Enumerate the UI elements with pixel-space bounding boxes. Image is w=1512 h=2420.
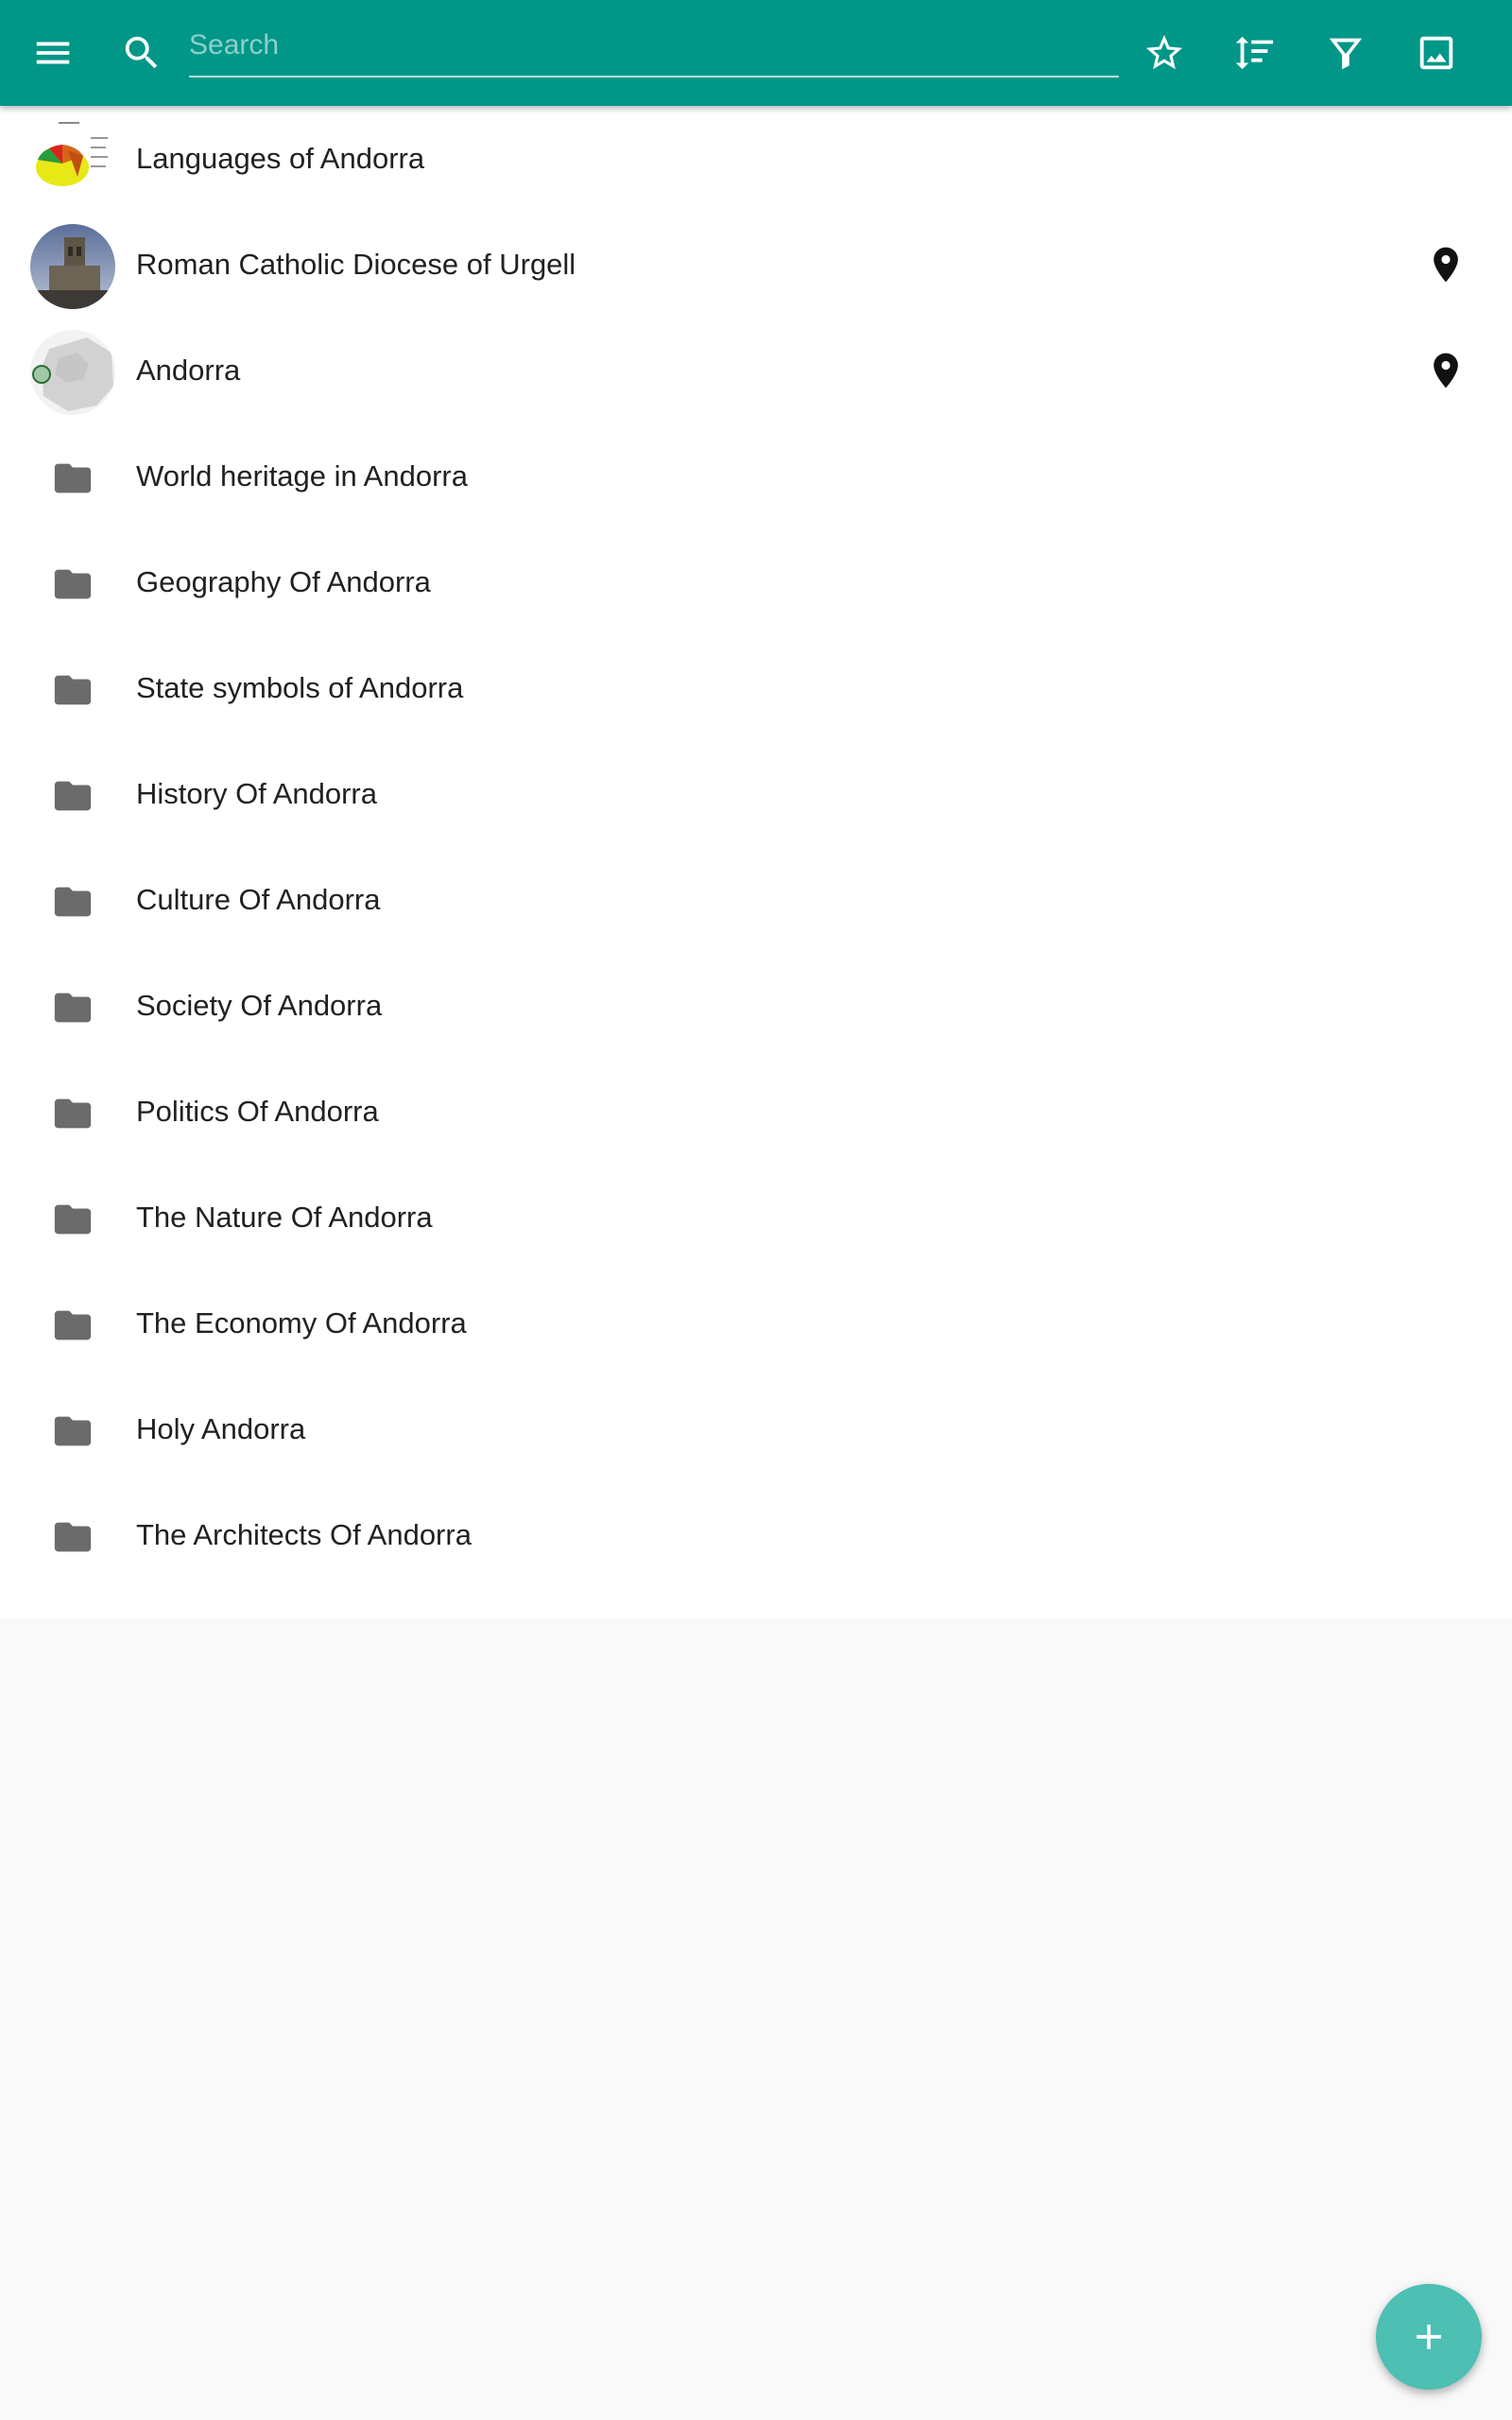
star-outline-icon — [1145, 34, 1183, 70]
add-button[interactable] — [1376, 2284, 1482, 2390]
folder-icon — [30, 436, 115, 521]
list-item[interactable]: Culture Of Andorra — [0, 847, 1512, 953]
item-list: Languages of Andorra Roman Catholic Dioc… — [0, 106, 1512, 1618]
item-label: Andorra — [136, 354, 241, 387]
item-label: The Architects Of Andorra — [136, 1518, 472, 1551]
list-item[interactable]: State symbols of Andorra — [0, 635, 1512, 741]
folder-icon — [30, 542, 115, 627]
map-pin-icon — [1434, 247, 1458, 283]
item-label: The Economy Of Andorra — [136, 1306, 467, 1340]
list-item[interactable]: Politics Of Andorra — [0, 1059, 1512, 1165]
list-item[interactable]: Andorra — [0, 318, 1512, 424]
map-pin-button[interactable] — [1425, 350, 1467, 391]
list-item[interactable]: Geography Of Andorra — [0, 529, 1512, 635]
favorites-button[interactable] — [1126, 15, 1202, 91]
sort-button[interactable] — [1217, 15, 1293, 91]
folder-icon — [30, 1071, 115, 1156]
folder-icon — [30, 1177, 115, 1262]
folder-icon — [30, 753, 115, 838]
item-label: The Nature Of Andorra — [136, 1201, 433, 1234]
folder-icon — [30, 1389, 115, 1474]
list-item[interactable]: Languages of Andorra — [0, 106, 1512, 212]
filter-button[interactable] — [1308, 15, 1383, 91]
search-icon — [125, 36, 158, 69]
item-label: Politics Of Andorra — [136, 1095, 379, 1128]
cathedral-photo-thumbnail — [30, 224, 115, 309]
pie-chart-thumbnail — [30, 118, 115, 203]
item-label: Languages of Andorra — [136, 142, 425, 175]
list-item[interactable]: Holy Andorra — [0, 1376, 1512, 1482]
search-field — [189, 17, 1119, 78]
menu-button[interactable] — [15, 15, 91, 91]
item-label: Society Of Andorra — [136, 989, 383, 1022]
list-item[interactable]: The Nature Of Andorra — [0, 1165, 1512, 1270]
menu-icon — [36, 42, 70, 64]
list-item[interactable]: Roman Catholic Diocese of Urgell — [0, 212, 1512, 318]
plus-icon — [1417, 2325, 1441, 2349]
item-label: Geography Of Andorra — [136, 565, 431, 598]
folder-icon — [30, 648, 115, 733]
item-label: History Of Andorra — [136, 777, 377, 810]
list-item[interactable]: World heritage in Andorra — [0, 424, 1512, 529]
filter-icon — [1329, 38, 1363, 70]
sort-icon — [1235, 36, 1274, 70]
image-button[interactable] — [1399, 15, 1474, 91]
europe-map-thumbnail — [30, 330, 115, 415]
item-label: World heritage in Andorra — [136, 459, 468, 493]
search-button[interactable] — [104, 15, 180, 91]
map-pin-button[interactable] — [1425, 244, 1467, 285]
item-label: State symbols of Andorra — [136, 671, 464, 704]
item-label: Culture Of Andorra — [136, 883, 381, 916]
list-item[interactable]: The Economy Of Andorra — [0, 1270, 1512, 1376]
folder-icon — [30, 1495, 115, 1580]
app-bar — [0, 0, 1512, 106]
folder-icon — [30, 859, 115, 944]
map-pin-icon — [1434, 353, 1458, 389]
list-item[interactable]: Society Of Andorra — [0, 953, 1512, 1059]
list-item[interactable]: The Architects Of Andorra — [0, 1482, 1512, 1588]
item-label: Holy Andorra — [136, 1412, 306, 1445]
folder-icon — [30, 965, 115, 1050]
folder-icon — [30, 1283, 115, 1368]
list-item[interactable]: History Of Andorra — [0, 741, 1512, 847]
search-input[interactable] — [189, 17, 1119, 74]
image-icon — [1419, 36, 1453, 70]
item-label: Roman Catholic Diocese of Urgell — [136, 248, 576, 281]
